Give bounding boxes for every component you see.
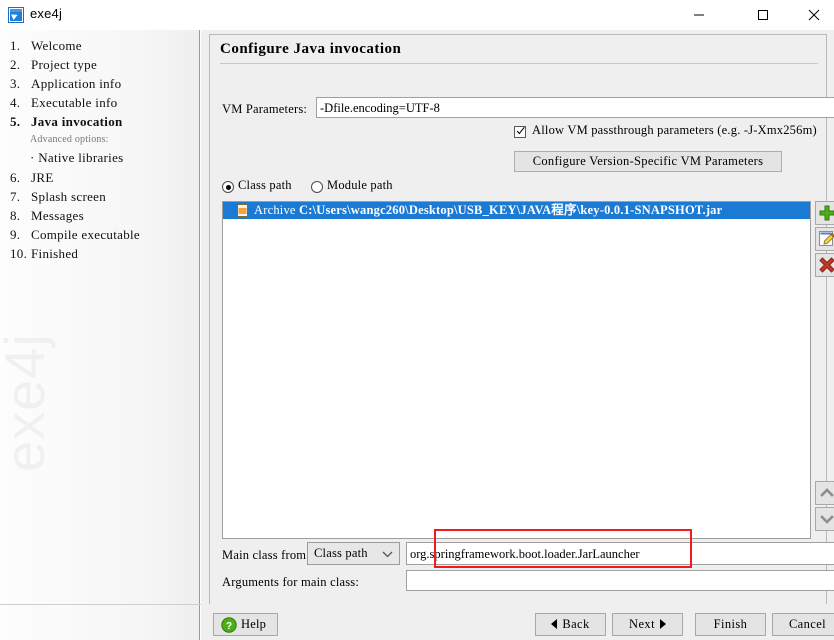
svg-text:?: ? — [226, 621, 232, 632]
step-label: Project type — [31, 57, 98, 72]
advanced-options-heading: Advanced options: — [30, 134, 109, 145]
step-number: 1. — [10, 38, 21, 53]
maximize-icon[interactable] — [740, 0, 786, 30]
step-label: Java invocation — [31, 114, 123, 129]
step-label: Executable info — [31, 95, 118, 110]
minimize-icon[interactable] — [676, 0, 722, 30]
delete-classpath-button[interactable] — [815, 253, 834, 277]
back-button-label: Back — [562, 617, 590, 631]
step-label: JRE — [31, 170, 54, 185]
arrow-left-icon — [551, 619, 558, 630]
cancel-button[interactable]: Cancel — [772, 613, 834, 636]
class-path-radio-label: Class path — [238, 178, 292, 192]
chevron-down-icon — [820, 515, 834, 524]
arrow-right-icon — [659, 619, 666, 630]
entry-type: Archive — [254, 203, 296, 217]
step-label: Welcome — [31, 38, 82, 53]
sidebar-item-executable-info[interactable]: 4. Executable info — [10, 95, 117, 111]
main-class-from-label: Main class from — [222, 548, 307, 562]
arguments-label: Arguments for main class: — [222, 575, 360, 589]
finish-button[interactable]: Finish — [695, 613, 766, 636]
chevron-up-icon — [820, 488, 834, 497]
sidebar-item-native-libraries[interactable]: · Native libraries — [30, 150, 124, 166]
title-divider — [220, 63, 818, 64]
allow-passthrough-label: Allow VM passthrough parameters (e.g. -J… — [532, 123, 817, 137]
next-button-label: Next — [629, 617, 655, 631]
arguments-input[interactable] — [406, 570, 834, 591]
configure-version-specific-vm-parameters-button[interactable]: Configure Version-Specific VM Parameters — [514, 151, 782, 172]
title-bar: exe4j — [0, 0, 834, 30]
main-class-source-value: Class path — [314, 546, 368, 560]
exe4j-watermark: exe4j — [0, 333, 56, 472]
exe4j-app-icon — [8, 7, 24, 23]
step-label: Compile executable — [31, 227, 140, 242]
window-title: exe4j — [30, 6, 63, 21]
sidebar-item-jre[interactable]: 6. JRE — [10, 170, 54, 186]
sidebar-item-project-type[interactable]: 2. Project type — [10, 57, 97, 73]
content-area: Configure Java invocation VM Parameters:… — [201, 30, 834, 640]
step-label: Application info — [31, 76, 122, 91]
help-icon: ? — [221, 617, 237, 633]
exe4j-wizard-window: exe4j 1. Welcome 2. Project type 3. Applica… — [0, 0, 834, 640]
chevron-down-icon — [382, 551, 393, 558]
next-button[interactable]: Next — [612, 613, 683, 636]
page-title: Configure Java invocation — [220, 41, 402, 57]
vm-parameters-input[interactable]: -Dfile.encoding=UTF-8 — [316, 97, 834, 118]
sub-step-label: Native libraries — [38, 150, 124, 165]
sidebar-item-splash-screen[interactable]: 7. Splash screen — [10, 189, 106, 205]
step-number: 2. — [10, 57, 21, 72]
move-down-button[interactable] — [815, 507, 834, 531]
add-classpath-button[interactable] — [815, 201, 834, 225]
step-number: 6. — [10, 170, 21, 185]
main-class-source-select[interactable]: Class path — [307, 542, 400, 565]
entry-path: C:\Users\wangc260\Desktop\USB_KEY\JAVA程序… — [299, 203, 723, 217]
step-number: 3. — [10, 76, 21, 91]
module-path-radio-label: Module path — [327, 178, 393, 192]
sidebar-item-application-info[interactable]: 3. Application info — [10, 76, 121, 92]
step-label: Splash screen — [31, 189, 107, 204]
pencil-icon — [819, 231, 834, 246]
wizard-steps-sidebar: 1. Welcome 2. Project type 3. Application i… — [0, 30, 200, 640]
sidebar-item-welcome[interactable]: 1. Welcome — [10, 38, 82, 54]
vm-parameters-label: VM Parameters: — [222, 102, 308, 116]
footer-bar: ? Help Back Next Finish Cancel — [201, 604, 834, 640]
archive-icon — [237, 204, 248, 217]
class-path-radio[interactable] — [222, 181, 234, 193]
classpath-list[interactable]: Archive C:\Users\wangc260\Desktop\USB_KE… — [222, 201, 811, 539]
sidebar-item-java-invocation[interactable]: 5. Java invocation — [10, 114, 123, 130]
step-number: 8. — [10, 208, 21, 223]
x-icon — [819, 257, 834, 273]
step-label: Messages — [31, 208, 84, 223]
module-path-radio[interactable] — [311, 181, 323, 193]
move-up-button[interactable] — [815, 481, 834, 505]
edit-classpath-button[interactable] — [815, 227, 834, 251]
step-number: 4. — [10, 95, 21, 110]
back-button[interactable]: Back — [535, 613, 606, 636]
plus-icon — [819, 205, 834, 221]
allow-passthrough-checkbox[interactable] — [514, 126, 526, 138]
close-icon[interactable] — [793, 0, 834, 30]
step-number: 7. — [10, 189, 21, 204]
table-row[interactable]: Archive C:\Users\wangc260\Desktop\USB_KE… — [223, 202, 810, 219]
help-button[interactable]: ? Help — [213, 613, 278, 636]
step-number: 9. — [10, 227, 21, 242]
sidebar-item-messages[interactable]: 8. Messages — [10, 208, 84, 224]
help-button-label: Help — [241, 617, 267, 631]
bullet-icon: · — [30, 150, 35, 165]
step-number: 5. — [10, 114, 21, 129]
sidebar-item-compile-executable[interactable]: 9. Compile executable — [10, 227, 140, 243]
main-class-input[interactable]: org.springframework.boot.loader.JarLaunc… — [406, 542, 834, 565]
configure-java-invocation-panel: Configure Java invocation VM Parameters:… — [209, 34, 834, 632]
